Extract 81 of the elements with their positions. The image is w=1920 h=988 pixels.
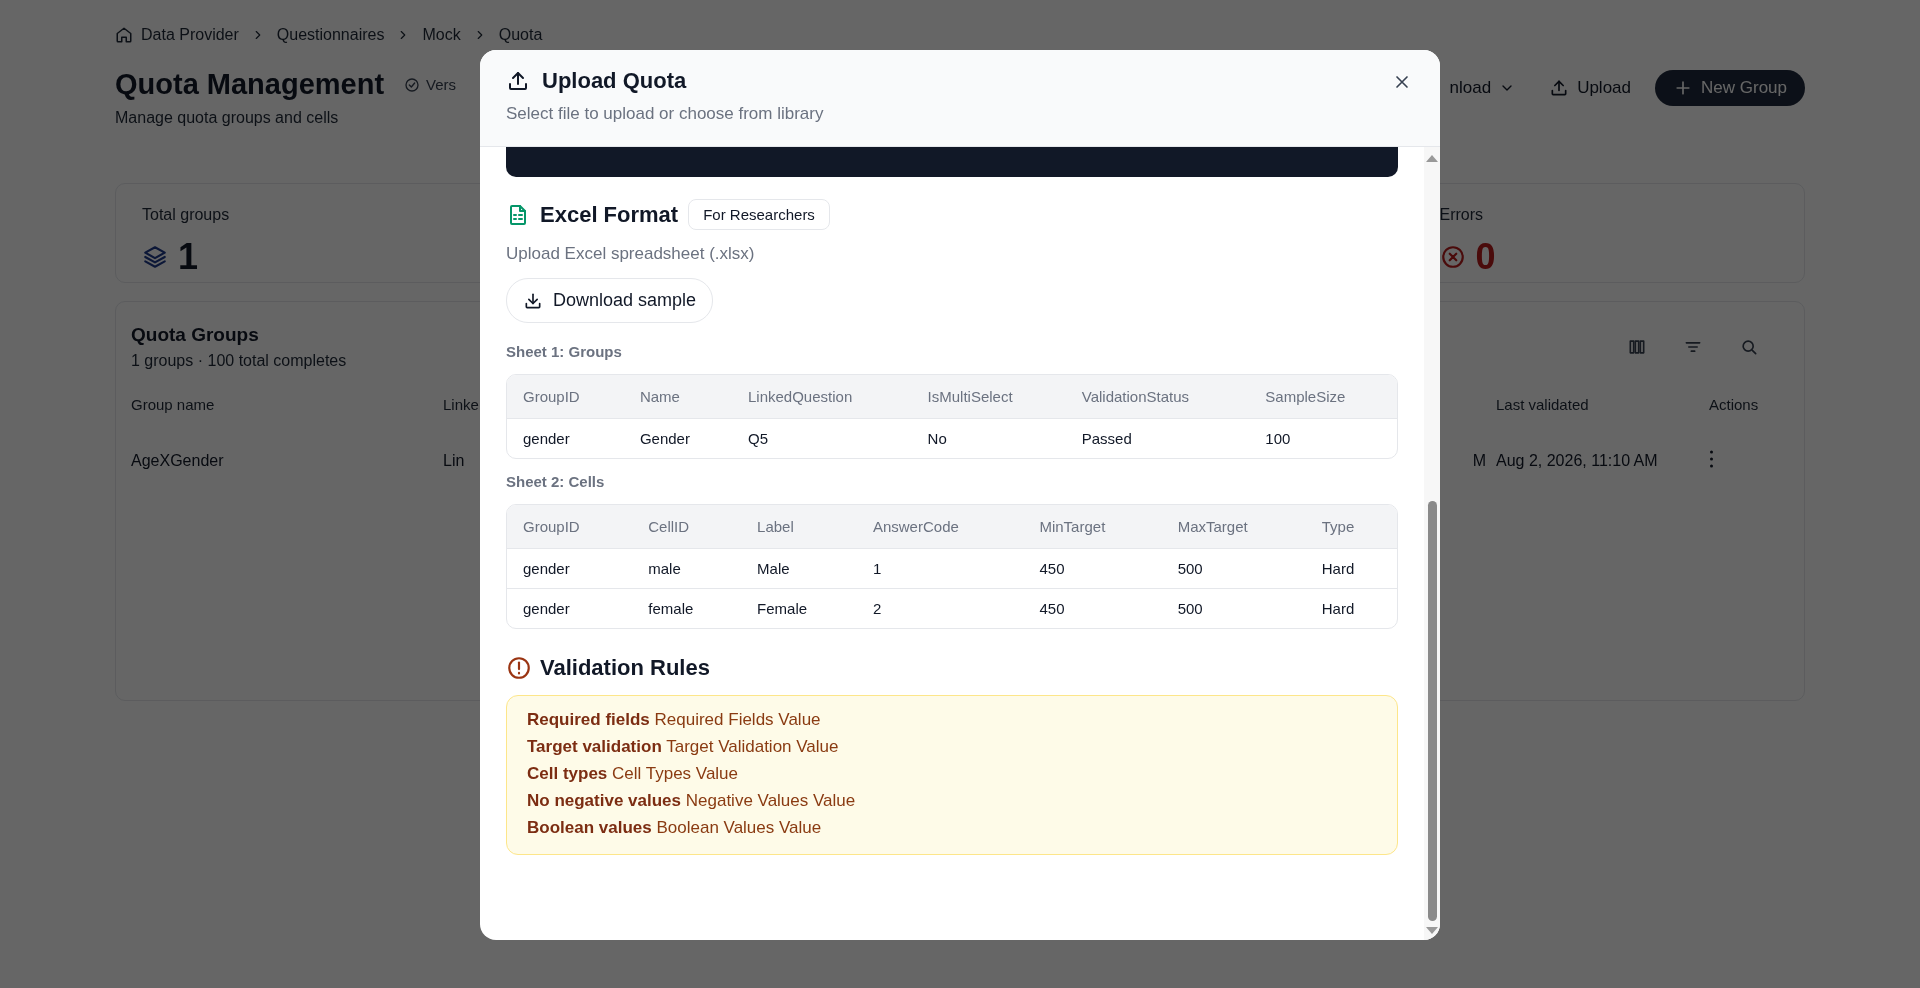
breadcrumb-item[interactable]: Mock: [422, 26, 461, 44]
table-cell-text: gender: [522, 599, 571, 619]
layers-icon: [142, 244, 168, 270]
column-header: MaxTarget: [1161, 505, 1306, 549]
sheet-label: Sheet 1: Groups: [506, 343, 623, 360]
table-cell-text: 2: [871, 599, 883, 619]
column-header: GroupID: [507, 375, 624, 419]
stat-label: Total groups: [142, 206, 231, 224]
column-header: Linke: [443, 396, 479, 413]
section-title: Excel Format: [540, 201, 679, 228]
stat-label: Errors: [1439, 206, 1485, 224]
table-cell: Hard: [1305, 549, 1397, 589]
rule-text: Required fields Required Fields Value: [527, 710, 822, 730]
table-cell-text: Female: [756, 599, 809, 619]
table-cell: Lin: [443, 452, 465, 469]
table-cell: M: [1472, 452, 1486, 469]
table-cell: Aug 2, 2026, 11:10 AM: [1496, 452, 1658, 469]
dialog-subtitle: Select file to upload or choose from library: [506, 104, 825, 124]
column-header: SampleSize: [1249, 375, 1397, 419]
alert-icon: [506, 655, 532, 681]
column-header: Group name: [131, 396, 215, 413]
upload-icon: [506, 69, 530, 93]
column-header: LinkedQuestion: [732, 375, 912, 419]
section-description: Upload Excel spreadsheet (.xlsx): [506, 244, 756, 264]
column-header: Actions: [1709, 396, 1759, 413]
columns-icon: [1627, 337, 1647, 357]
breadcrumb-item[interactable]: Questionnaires: [276, 26, 385, 44]
download-sample-button[interactable]: Download sample: [506, 278, 714, 323]
stat-value: 1: [178, 236, 199, 278]
column-header: Last validated: [1496, 396, 1589, 413]
sheet-label: Sheet 2: Cells: [506, 473, 606, 490]
table-cell-text: gender: [522, 429, 571, 449]
rule-text: Boolean values Boolean Values Value: [527, 818, 823, 838]
table-cell: 500: [1161, 549, 1306, 589]
breadcrumb-item[interactable]: Quota: [498, 26, 543, 44]
panel-summary: 1 groups · 100 total completes: [131, 352, 347, 370]
panel-title: Quota Groups: [131, 324, 260, 346]
column-header: IsMultiSelect: [911, 375, 1066, 419]
rule-text: Cell types Cell Types Value: [527, 764, 740, 784]
more-icon[interactable]: [1709, 450, 1714, 468]
upload-button[interactable]: Upload: [1539, 70, 1641, 106]
rules-title: Validation Rules: [540, 655, 710, 681]
check-circle-icon: [404, 76, 421, 93]
dialog-title: Upload Quota: [542, 68, 687, 94]
scrollbar[interactable]: [1424, 147, 1440, 940]
x-circle-icon: [1439, 244, 1466, 270]
breadcrumb-item[interactable]: Data Provider: [141, 26, 239, 44]
column-header: Type: [1305, 505, 1397, 549]
column-header: MinTarget: [1023, 505, 1162, 549]
table-cell-text: No: [926, 429, 948, 449]
search-icon: [1739, 337, 1759, 357]
table-cell: AgeXGender: [131, 452, 224, 469]
rule-text: No negative values Negative Values Value: [527, 791, 857, 811]
table-cell-text: female: [647, 599, 695, 619]
table-cell-text: Gender: [638, 429, 691, 449]
column-header: Label: [741, 505, 857, 549]
column-header: AnswerCode: [856, 505, 1024, 549]
new-group-button[interactable]: New Group: [1655, 70, 1805, 106]
table-cell: gender: [507, 549, 633, 589]
column-header: GroupID: [507, 505, 633, 549]
table-cell: 450: [1023, 549, 1162, 589]
column-header: ValidationStatus: [1065, 375, 1250, 419]
column-header: CellID: [632, 505, 742, 549]
stat-value: 0: [1475, 236, 1496, 278]
table-cell-text: 500: [1176, 599, 1204, 619]
version-label: Vers: [426, 76, 457, 93]
table-cell-text: Q5: [747, 429, 769, 449]
page-subtitle: Manage quota groups and cells: [115, 109, 340, 127]
page-title: Quota Management: [115, 68, 385, 101]
rule-text: Target validation Target Validation Value: [527, 737, 840, 757]
table-cell-text: 100: [1264, 429, 1292, 449]
home-icon: [115, 26, 133, 44]
upload-icon: [1549, 78, 1570, 98]
table-cell-text: Hard: [1320, 599, 1356, 619]
table-cell: 1: [856, 549, 1024, 589]
table-cell-text: 450: [1038, 599, 1066, 619]
table-cell-text: Passed: [1080, 429, 1133, 449]
table-cell: Male: [741, 549, 857, 589]
audience-badge: For Researchers: [688, 199, 830, 230]
table-cell: male: [632, 549, 742, 589]
column-header: Name: [623, 375, 732, 419]
